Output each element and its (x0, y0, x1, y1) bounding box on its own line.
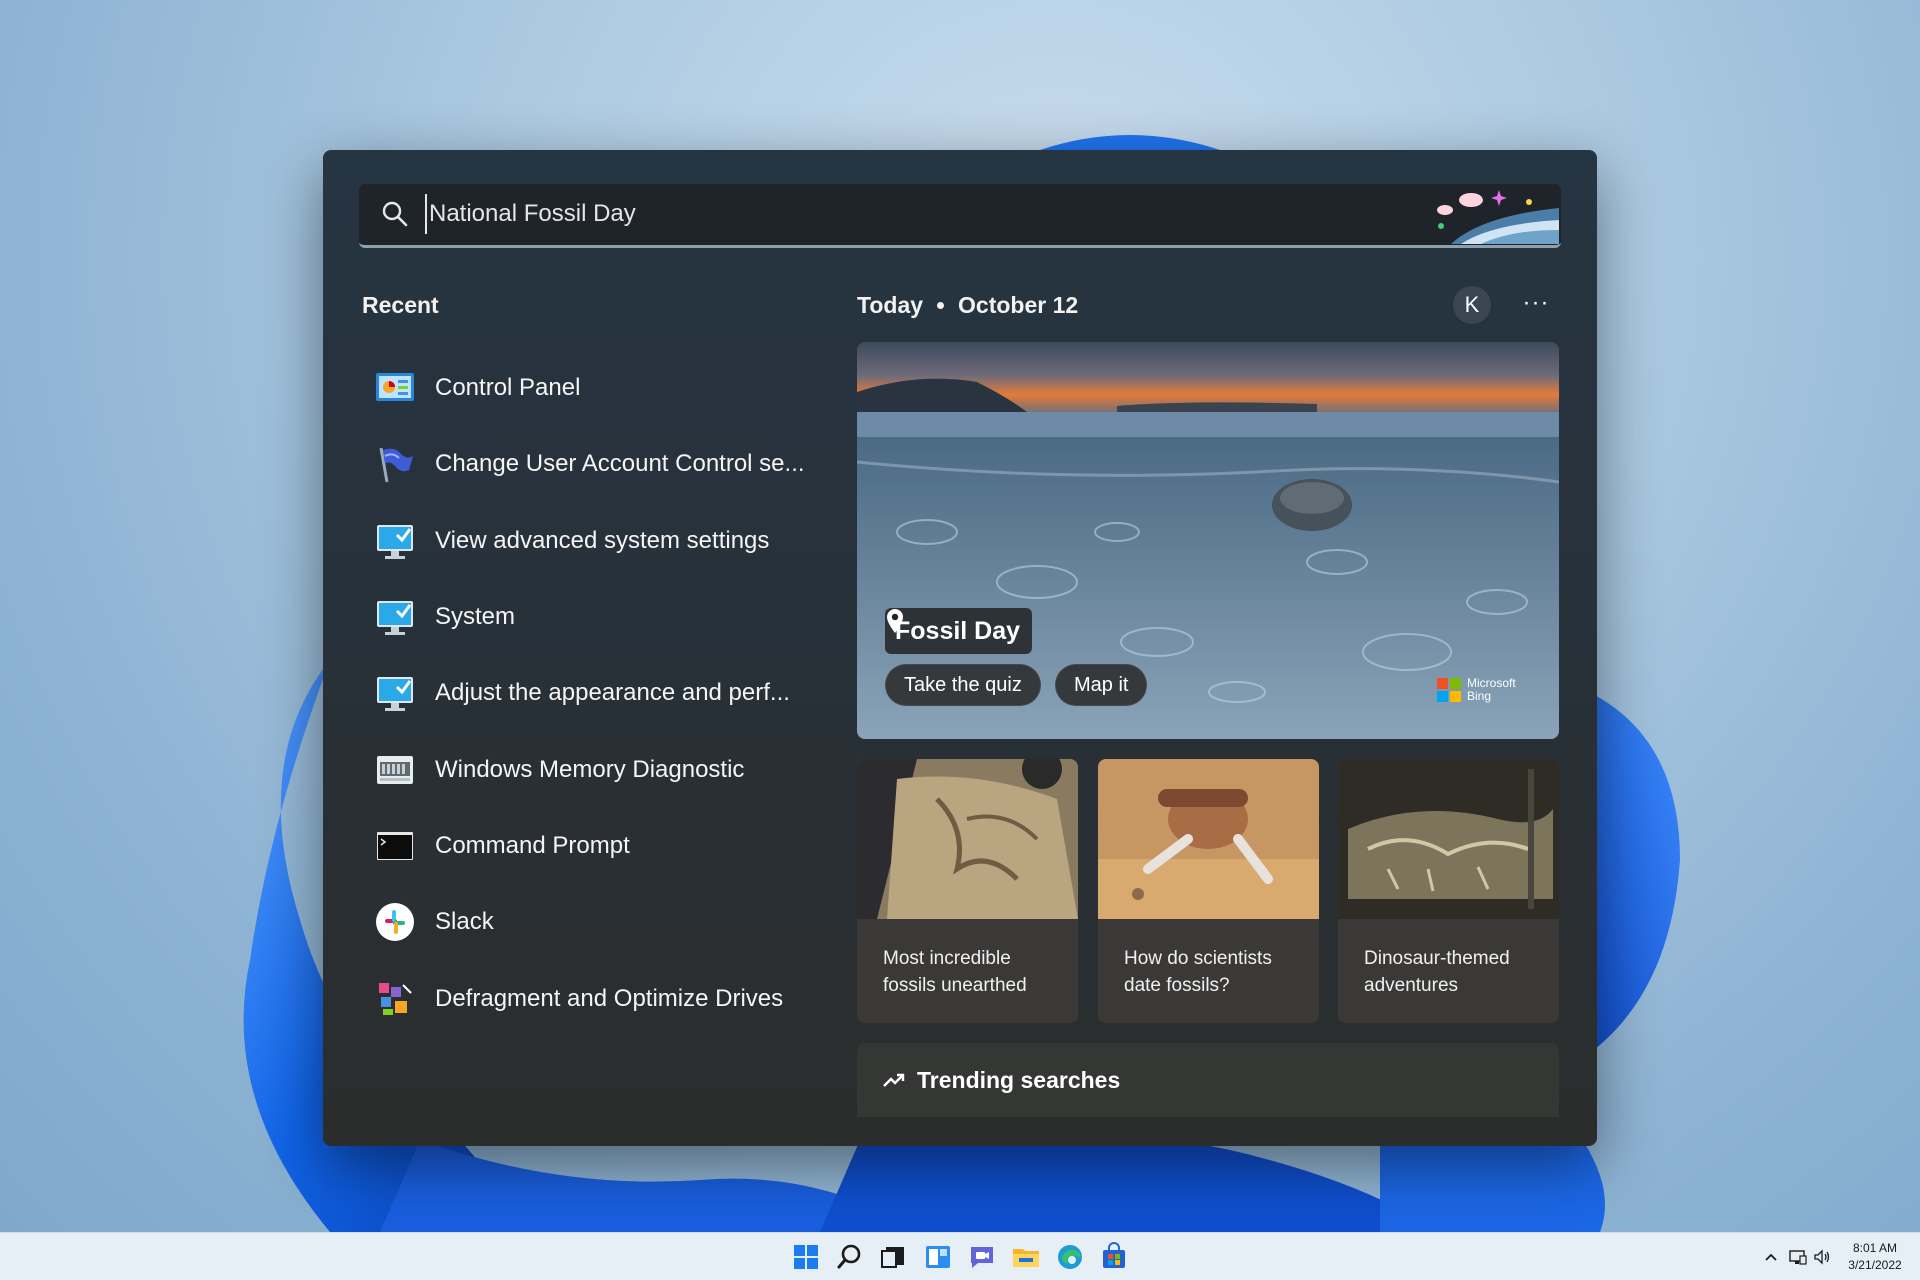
start-icon[interactable] (790, 1241, 822, 1273)
recent-item-label: Change User Account Control se... (435, 450, 805, 478)
recent-item-label: Defragment and Optimize Drives (435, 984, 784, 1012)
clock-time: 8:01 AM (1852, 1241, 1898, 1255)
monitor-check-icon (377, 601, 413, 636)
card-fossils-unearthed[interactable]: Most incredible fossils unearthed (857, 759, 1078, 1023)
recent-item-label: Windows Memory Diagnostic (435, 755, 745, 783)
account-avatar[interactable]: K (1453, 286, 1491, 324)
more-options-button[interactable]: ··· (1518, 288, 1554, 324)
trending-label: Trending searches (917, 1066, 1121, 1093)
recent-item-label: System (435, 603, 516, 631)
microsoft-logo-icon (1437, 678, 1461, 702)
trending-arrow-icon (883, 1073, 905, 1087)
bing-brand-text: Microsoft Bing (1467, 676, 1516, 703)
store-icon[interactable] (1098, 1241, 1130, 1273)
widgets-icon[interactable] (922, 1241, 954, 1273)
control-panel-icon (376, 373, 414, 402)
card-image (857, 759, 1078, 919)
microsoft-bing-logo: Microsoft Bing (1437, 677, 1516, 703)
recent-list: Control Panel Change User Account Contro… (375, 350, 805, 1037)
take-quiz-button[interactable]: Take the quiz (885, 664, 1041, 706)
recent-item-adjust-appearance[interactable]: Adjust the appearance and perf... (375, 655, 805, 731)
card-title: Dinosaur-themed adventures (1364, 948, 1510, 996)
separator-dot (937, 302, 945, 309)
fossil-day-tag[interactable]: Fossil Day (885, 608, 1033, 654)
recent-item-label: Command Prompt (435, 831, 630, 859)
chevron-up-icon[interactable] (1761, 1247, 1781, 1267)
uac-flag-icon (379, 448, 413, 483)
search-highlight-hero[interactable]: Fossil Day Take the quiz Map it Microsof… (857, 342, 1559, 739)
recent-item-label: Adjust the appearance and perf... (435, 679, 790, 707)
search-highlight-illustration (1431, 186, 1559, 244)
search-panel: Recent Control Panel Change User Account… (323, 150, 1597, 1146)
recent-item-label: View advanced system settings (435, 526, 770, 554)
card-title: Most incredible fossils unearthed (883, 948, 1027, 996)
today-date: October 12 (958, 292, 1079, 318)
defrag-icon (379, 982, 412, 1015)
search-box[interactable] (359, 184, 1561, 248)
recent-item-uac[interactable]: Change User Account Control se... (375, 426, 805, 502)
location-pin-icon (887, 609, 903, 633)
recent-item-slack[interactable]: Slack (375, 884, 805, 960)
search-icon (382, 201, 408, 227)
card-date-fossils[interactable]: How do scientists date fossils? (1098, 759, 1319, 1023)
card-dinosaur-adventures[interactable]: Dinosaur-themed adventures (1338, 759, 1559, 1023)
taskbar-clock[interactable]: 8:01 AM 3/21/2022 (1834, 1240, 1916, 1274)
terminal-icon (377, 831, 413, 860)
taskbar: 8:01 AM 3/21/2022 (0, 1232, 1920, 1280)
monitor-check-icon (377, 677, 413, 712)
edge-icon[interactable] (1054, 1241, 1086, 1273)
recent-item-system[interactable]: System (375, 579, 805, 655)
slack-icon (376, 903, 414, 942)
task-view-icon[interactable] (878, 1241, 910, 1273)
today-label: Today (857, 292, 924, 318)
clock-date: 3/21/2022 (1848, 1258, 1902, 1272)
recent-heading: Recent (362, 292, 439, 318)
network-icon[interactable] (1788, 1247, 1808, 1267)
recent-item-control-panel[interactable]: Control Panel (375, 350, 805, 426)
today-header: Today October 12 (857, 292, 1078, 319)
search-input[interactable] (425, 194, 1325, 234)
recent-item-label: Slack (435, 908, 494, 936)
hero-tag-label: Fossil Day (895, 616, 1021, 645)
monitor-check-icon (377, 524, 413, 559)
recent-item-memory-diagnostic[interactable]: Windows Memory Diagnostic (375, 731, 805, 807)
trending-searches-header[interactable]: Trending searches (857, 1043, 1559, 1117)
file-explorer-icon[interactable] (1010, 1241, 1042, 1273)
recent-item-defragment[interactable]: Defragment and Optimize Drives (375, 960, 805, 1036)
card-image (1338, 759, 1559, 919)
volume-icon[interactable] (1812, 1247, 1832, 1267)
card-title: How do scientists date fossils? (1124, 948, 1272, 996)
card-image (1098, 759, 1319, 919)
map-it-button[interactable]: Map it (1055, 664, 1148, 706)
search-icon[interactable] (834, 1241, 866, 1273)
recent-item-advanced-system-settings[interactable]: View advanced system settings (375, 503, 805, 579)
recent-item-label: Control Panel (435, 374, 581, 402)
memory-chip-icon (377, 755, 413, 784)
chat-icon[interactable] (966, 1241, 998, 1273)
recent-item-command-prompt[interactable]: Command Prompt (375, 808, 805, 884)
